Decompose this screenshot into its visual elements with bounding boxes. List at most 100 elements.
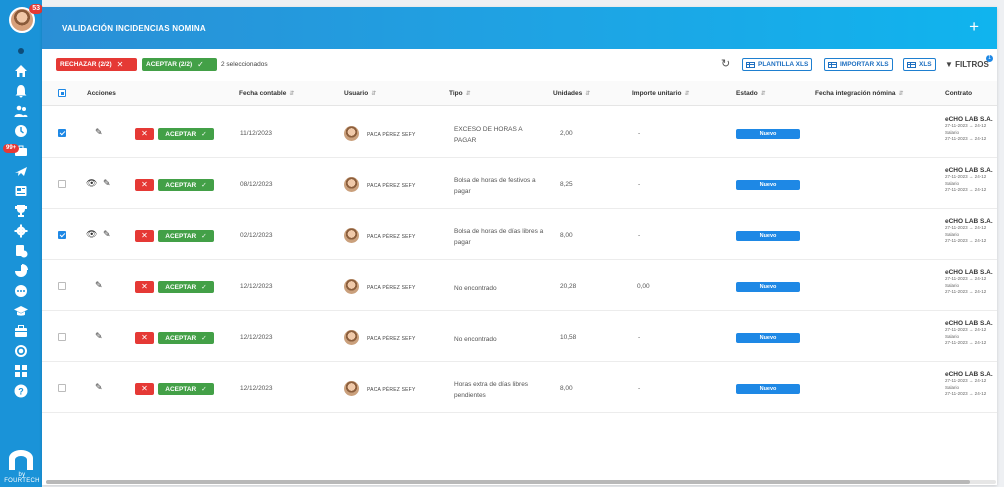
refresh-icon[interactable]: ↻ bbox=[721, 57, 730, 70]
eye-icon[interactable]: 👁 bbox=[86, 178, 97, 189]
grid-icon[interactable] bbox=[13, 364, 29, 378]
plane-icon[interactable] bbox=[13, 164, 29, 178]
close-icon: ✕ bbox=[116, 60, 124, 69]
selection-count: 2 seleccionados bbox=[221, 61, 268, 68]
accept-row-button[interactable]: ACEPTAR ✓ bbox=[158, 281, 214, 293]
horizontal-scrollbar[interactable] bbox=[46, 480, 996, 484]
row-checkbox[interactable] bbox=[58, 282, 66, 290]
users-icon[interactable] bbox=[13, 104, 29, 118]
importar-xls-button[interactable]: IMPORTAR XLS bbox=[824, 58, 893, 71]
col-integracion[interactable]: Fecha integración nómina ⇵ bbox=[815, 90, 904, 97]
accept-row-button[interactable]: ACEPTAR ✓ bbox=[158, 128, 214, 140]
home-icon[interactable] bbox=[13, 64, 29, 78]
help-icon[interactable]: ? bbox=[13, 384, 29, 398]
toolbox-icon[interactable] bbox=[13, 324, 29, 338]
col-estado[interactable]: Estado ⇵ bbox=[736, 90, 766, 97]
reject-row-button[interactable]: ✕ bbox=[135, 230, 154, 242]
edit-icon[interactable]: ✎ bbox=[95, 331, 103, 342]
col-usuario[interactable]: Usuario ⇵ bbox=[344, 90, 376, 97]
contrato-dates-2: 27-11-2023 → 24-12 bbox=[945, 238, 987, 243]
row-checkbox[interactable] bbox=[58, 180, 66, 188]
importe-cell: - bbox=[638, 232, 641, 239]
reject-row-button[interactable]: ✕ bbox=[135, 128, 154, 140]
accept-row-button[interactable]: ACEPTAR ✓ bbox=[158, 383, 214, 395]
tipo-cell: Bolsa de horas de festivos a pagar bbox=[454, 177, 536, 195]
usuario-cell: PACA PÉREZ SEFY bbox=[367, 132, 416, 138]
contrato-cell: eCHO LAB S.A. 27-11-2023 → 24-12 Salario… bbox=[945, 371, 997, 398]
fecha-cell: 08/12/2023 bbox=[240, 181, 273, 188]
eye-icon[interactable]: 👁 bbox=[86, 229, 97, 240]
row-checkbox[interactable] bbox=[58, 231, 66, 239]
tipo-cell: EXCESO DE HORAS A PAGAR bbox=[454, 126, 523, 144]
status-badge: Nuevo bbox=[736, 384, 800, 394]
row-checkbox[interactable] bbox=[58, 129, 66, 137]
trophy-icon[interactable] bbox=[13, 204, 29, 218]
sort-icon: ⇵ bbox=[465, 91, 471, 97]
status-badge: Nuevo bbox=[736, 231, 800, 241]
col-integracion-label: Fecha integración nómina bbox=[815, 90, 896, 97]
table-row[interactable]: ✎ ✕ ACEPTAR ✓ 11/12/2023 PACA PÉREZ SEFY EXCES… bbox=[42, 107, 997, 158]
page-title: VALIDACIÓN INCIDENCIAS NOMINA bbox=[62, 23, 206, 33]
graduation-icon[interactable] bbox=[13, 304, 29, 318]
payroll-icon[interactable] bbox=[13, 244, 29, 258]
edit-icon[interactable]: ✎ bbox=[103, 178, 111, 189]
accept-selected-button[interactable]: ACEPTAR (2/2) ✓ bbox=[142, 58, 217, 71]
target-icon[interactable] bbox=[13, 344, 29, 358]
add-button[interactable]: + bbox=[969, 18, 979, 35]
check-icon: ✓ bbox=[201, 386, 207, 393]
accept-row-button[interactable]: ACEPTAR ✓ bbox=[158, 230, 214, 242]
sidebar: 53 ? 99+ by FOURTECH bbox=[0, 0, 43, 487]
importe-cell: - bbox=[638, 181, 641, 188]
col-importe[interactable]: Importe unitario ⇵ bbox=[632, 90, 690, 97]
contrato-cell: eCHO LAB S.A. 27-11-2023 → 24-12 Salario… bbox=[945, 167, 997, 194]
select-all-checkbox[interactable] bbox=[58, 89, 66, 97]
pie-chart-icon[interactable] bbox=[13, 264, 29, 278]
document-icon[interactable] bbox=[13, 184, 29, 198]
row-checkbox[interactable] bbox=[58, 384, 66, 392]
scrollbar-thumb[interactable] bbox=[46, 480, 970, 484]
user-avatar[interactable]: 53 bbox=[9, 4, 43, 33]
table-row[interactable]: ✎ ✕ ACEPTAR ✓ 12/12/2023 PACA PÉREZ SEFY No en… bbox=[42, 311, 997, 362]
status-badge: Nuevo bbox=[736, 129, 800, 139]
table-row[interactable]: 👁 ✎ ✕ ACEPTAR ✓ 02/12/2023 PACA PÉREZ SEFY Bols… bbox=[42, 209, 997, 260]
accept-row-button[interactable]: ACEPTAR ✓ bbox=[158, 332, 214, 344]
col-fecha[interactable]: Fecha contable ⇵ bbox=[239, 90, 294, 97]
reject-row-button[interactable]: ✕ bbox=[135, 332, 154, 344]
col-contrato[interactable]: Contrato bbox=[945, 90, 972, 97]
calendar-badge: 99+ bbox=[3, 144, 20, 153]
bell-icon[interactable] bbox=[13, 84, 29, 98]
accept-row-button[interactable]: ACEPTAR ✓ bbox=[158, 179, 214, 191]
reject-row-button[interactable]: ✕ bbox=[135, 179, 154, 191]
xls-button[interactable]: XLS bbox=[903, 58, 936, 71]
card-header: VALIDACIÓN INCIDENCIAS NOMINA + bbox=[42, 7, 997, 49]
col-tipo[interactable]: Tipo ⇵ bbox=[449, 90, 471, 97]
reject-selected-button[interactable]: RECHAZAR (2/2) ✕ bbox=[56, 58, 137, 71]
sort-icon: ⇵ bbox=[684, 91, 690, 97]
edit-icon[interactable]: ✎ bbox=[103, 229, 111, 240]
filters-button[interactable]: ▼ FILTROS bbox=[945, 60, 989, 69]
contrato-company: eCHO LAB S.A. bbox=[945, 269, 993, 276]
check-icon: ✓ bbox=[197, 60, 204, 69]
table-row[interactable]: 👁 ✎ ✕ ACEPTAR ✓ 08/12/2023 PACA PÉREZ SEFY Bols… bbox=[42, 158, 997, 209]
dot-icon[interactable] bbox=[13, 44, 29, 58]
user-avatar-small bbox=[344, 177, 359, 192]
table-row[interactable]: ✎ ✕ ACEPTAR ✓ 12/12/2023 PACA PÉREZ SEFY No en… bbox=[42, 260, 997, 311]
table-header: Acciones Fecha contable ⇵ Usuario ⇵ Tipo ⇵ … bbox=[42, 81, 997, 106]
user-avatar-small bbox=[344, 279, 359, 294]
table-icon bbox=[907, 61, 916, 68]
reject-row-button[interactable]: ✕ bbox=[135, 281, 154, 293]
edit-icon[interactable]: ✎ bbox=[95, 127, 103, 138]
edit-icon[interactable]: ✎ bbox=[95, 280, 103, 291]
table-row[interactable]: ✎ ✕ ACEPTAR ✓ 12/12/2023 PACA PÉREZ SEFY Horas… bbox=[42, 362, 997, 413]
col-unidades[interactable]: Unidades ⇵ bbox=[553, 90, 590, 97]
plantilla-xls-button[interactable]: PLANTILLA XLS bbox=[742, 58, 813, 71]
reject-row-button[interactable]: ✕ bbox=[135, 383, 154, 395]
clock-icon[interactable] bbox=[13, 124, 29, 138]
gear-icon[interactable] bbox=[13, 224, 29, 238]
chat-icon[interactable] bbox=[13, 284, 29, 298]
edit-icon[interactable]: ✎ bbox=[95, 382, 103, 393]
sort-icon: ⇵ bbox=[760, 91, 766, 97]
contrato-cell: eCHO LAB S.A. 27-11-2023 → 24-12 Salario… bbox=[945, 320, 997, 347]
row-checkbox[interactable] bbox=[58, 333, 66, 341]
contrato-cell: eCHO LAB S.A. 27-11-2023 → 24-12 Salario… bbox=[945, 218, 997, 245]
